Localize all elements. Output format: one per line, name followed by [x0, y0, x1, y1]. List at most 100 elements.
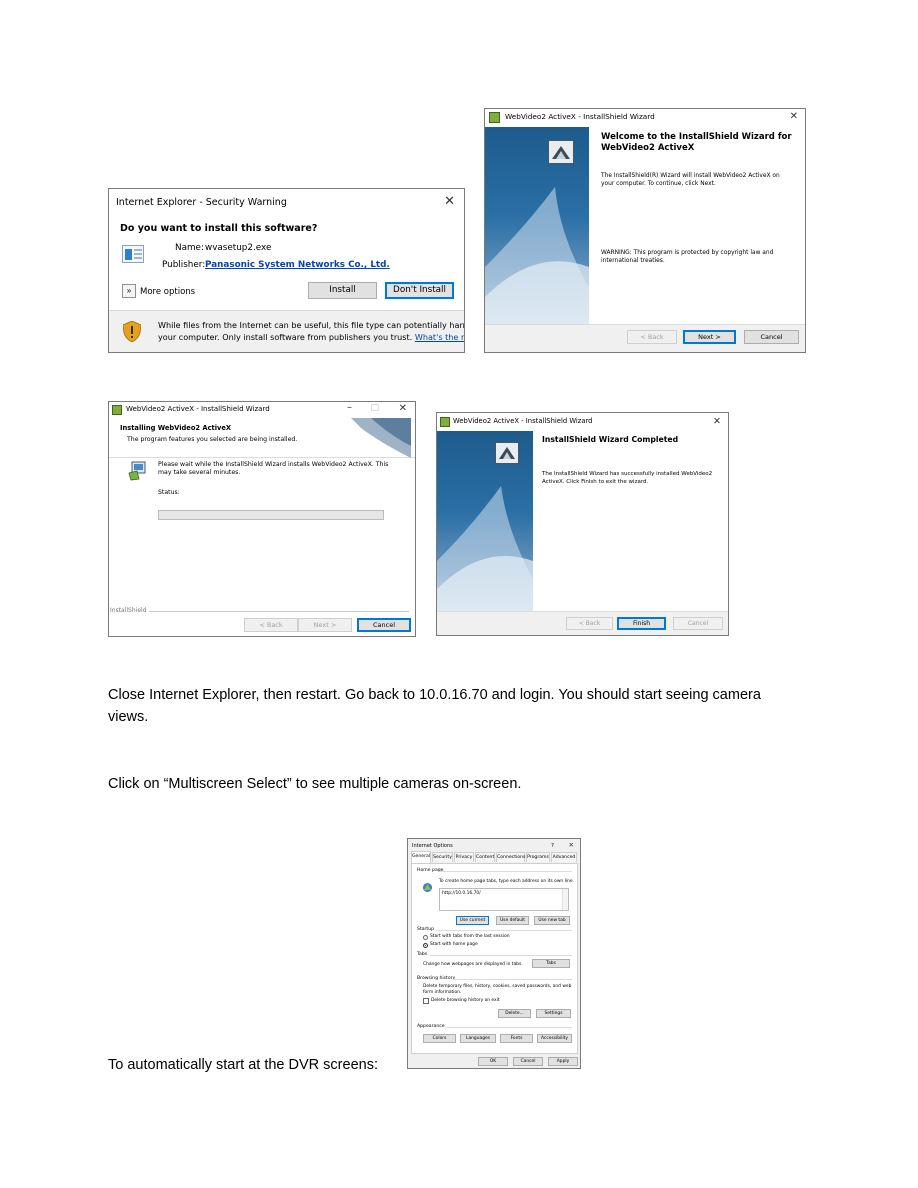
name-label: Name: — [175, 243, 204, 253]
completed-heading: InstallShield Wizard Completed — [542, 435, 679, 444]
install-button[interactable]: Install — [308, 282, 377, 299]
cancel-button[interactable]: Cancel — [744, 330, 799, 344]
maximize-icon[interactable]: □ — [370, 404, 379, 413]
publisher-link[interactable]: Panasonic System Networks Co., Ltd. — [205, 260, 390, 270]
internet-options-title: Internet Options — [412, 843, 453, 849]
welcome-wizard-dialog: WebVideo2 ActiveX - InstallShield Wizard… — [484, 108, 806, 353]
installshield-logo-icon — [548, 140, 574, 164]
installing-wizard-title: WebVideo2 ActiveX - InstallShield Wizard — [126, 405, 270, 413]
cancel-button[interactable]: Cancel — [357, 618, 411, 632]
completed-button-bar: < Back Finish Cancel — [437, 611, 728, 635]
startup-option-last-session: Start with tabs from the last session — [430, 934, 510, 939]
cancel-button[interactable]: Cancel — [513, 1057, 543, 1066]
tab-connections[interactable]: Connections — [496, 852, 525, 862]
textarea-scrollbar[interactable] — [562, 889, 568, 910]
home-page-hint: To create home page tabs, type each addr… — [439, 879, 574, 884]
back-button[interactable]: < Back — [244, 618, 298, 632]
dont-install-button[interactable]: Don't Install — [385, 282, 454, 299]
welcome-heading-1: Welcome to the InstallShield Wizard for — [601, 132, 792, 142]
completed-body-1: The InstallShield Wizard has successfull… — [542, 471, 713, 477]
use-current-button[interactable]: Use current — [456, 916, 489, 925]
security-warning-title: Internet Explorer - Security Warning — [116, 197, 287, 208]
installing-body-2: may take several minutes. — [158, 469, 241, 476]
welcome-body-1: The InstallShield(R) Wizard will install… — [601, 173, 780, 179]
startup-radio-home-page[interactable] — [423, 943, 428, 948]
close-icon[interactable]: ✕ — [569, 842, 574, 849]
back-button[interactable]: < Back — [627, 330, 677, 344]
home-page-textarea[interactable]: http://10.0.16.70/ — [439, 888, 569, 911]
instruction-paragraph-1-line-1: Close Internet Explorer, then restart. G… — [108, 687, 761, 703]
tab-advanced[interactable]: Advanced — [551, 852, 577, 862]
browsing-history-label: Browsing history — [417, 976, 456, 981]
delete-on-exit-label: Delete browsing history on exit — [431, 998, 500, 1003]
back-button[interactable]: < Back — [566, 617, 613, 630]
installer-app-icon — [112, 405, 122, 415]
tabs-button[interactable]: Tabs — [532, 959, 570, 968]
internet-options-dialog: Internet Options ? ✕ General Security Pr… — [407, 838, 581, 1069]
risk-link[interactable]: What's the risk? — [415, 332, 464, 342]
use-new-tab-button[interactable]: Use new tab — [534, 916, 570, 925]
close-icon[interactable]: ✕ — [713, 417, 721, 427]
publisher-label: Publisher: — [162, 260, 206, 270]
instruction-paragraph-3: To automatically start at the DVR screen… — [108, 1057, 378, 1073]
tabs-hint: Change how webpages are displayed in tab… — [423, 962, 523, 967]
colors-button[interactable]: Colors — [423, 1034, 456, 1043]
welcome-wizard-title: WebVideo2 ActiveX - InstallShield Wizard — [505, 112, 655, 121]
close-icon[interactable]: ✕ — [444, 195, 455, 208]
browsing-history-hint-2: form information. — [423, 990, 462, 995]
delete-on-exit-checkbox[interactable] — [423, 998, 429, 1004]
tab-privacy[interactable]: Privacy — [454, 852, 474, 862]
welcome-body-2: your computer. To continue, click Next. — [601, 181, 716, 187]
startup-radio-last-session[interactable] — [423, 935, 428, 940]
instruction-paragraph-1-line-2: views. — [108, 709, 149, 725]
installer-app-icon — [489, 112, 500, 123]
installer-file-icon — [122, 245, 144, 263]
delete-button[interactable]: Delete... — [498, 1009, 531, 1018]
help-icon[interactable]: ? — [551, 843, 554, 849]
security-warning-dialog: Internet Explorer - Security Warning ✕ D… — [108, 188, 465, 353]
home-page-divider — [439, 871, 572, 872]
install-question: Do you want to install this software? — [120, 223, 318, 234]
installing-wizard-dialog: WebVideo2 ActiveX - InstallShield Wizard… — [108, 401, 416, 637]
next-button[interactable]: Next > — [298, 618, 352, 632]
installing-body-1: Please wait while the InstallShield Wiza… — [158, 461, 389, 468]
welcome-warning-1: WARNING: This program is protected by co… — [601, 250, 774, 256]
home-page-value: http://10.0.16.70/ — [442, 891, 481, 896]
installshield-logo-icon — [495, 442, 519, 464]
fonts-button[interactable]: Fonts — [500, 1034, 533, 1043]
startup-divider — [436, 930, 572, 931]
next-button[interactable]: Next > — [683, 330, 736, 344]
use-default-button[interactable]: Use default — [496, 916, 529, 925]
tabs-label: Tabs — [417, 952, 428, 957]
finish-button[interactable]: Finish — [617, 617, 666, 630]
browsing-history-divider — [452, 979, 572, 980]
tab-content[interactable]: Content — [475, 852, 495, 862]
more-options-label[interactable]: More options — [140, 287, 195, 297]
accessibility-button[interactable]: Accessibility — [537, 1034, 572, 1043]
apply-button[interactable]: Apply — [548, 1057, 578, 1066]
tab-programs[interactable]: Programs — [526, 852, 550, 862]
appearance-label: Appearance — [417, 1024, 445, 1029]
more-options-toggle[interactable]: » — [122, 284, 136, 298]
appearance-divider — [446, 1027, 572, 1028]
general-tab-panel: Home page To create home page tabs, type… — [411, 863, 578, 1054]
installshield-divider — [149, 611, 409, 612]
minimize-icon[interactable]: – — [347, 403, 352, 413]
security-warning-text-2: your computer. Only install software fro… — [158, 332, 464, 342]
instruction-paragraph-2: Click on “Multiscreen Select” to see mul… — [108, 776, 522, 792]
tabs-divider — [430, 955, 572, 956]
installing-wizard-titlebar: WebVideo2 ActiveX - InstallShield Wizard — [109, 402, 415, 418]
browsing-history-hint-1: Delete temporary files, history, cookies… — [423, 984, 572, 989]
tab-general[interactable]: General — [411, 851, 431, 863]
languages-button[interactable]: Languages — [460, 1034, 496, 1043]
settings-button[interactable]: Settings — [536, 1009, 571, 1018]
completed-wizard-title: WebVideo2 ActiveX - InstallShield Wizard — [453, 417, 593, 425]
security-warning-text-2-main: your computer. Only install software fro… — [158, 332, 413, 342]
close-icon[interactable]: ✕ — [790, 112, 798, 122]
installing-header-band: Installing WebVideo2 ActiveX The program… — [109, 418, 415, 458]
installing-subheading: The program features you selected are be… — [127, 436, 298, 443]
ok-button[interactable]: OK — [478, 1057, 508, 1066]
tab-security[interactable]: Security — [432, 852, 453, 862]
close-icon[interactable]: ✕ — [399, 404, 407, 414]
cancel-button[interactable]: Cancel — [673, 617, 723, 630]
